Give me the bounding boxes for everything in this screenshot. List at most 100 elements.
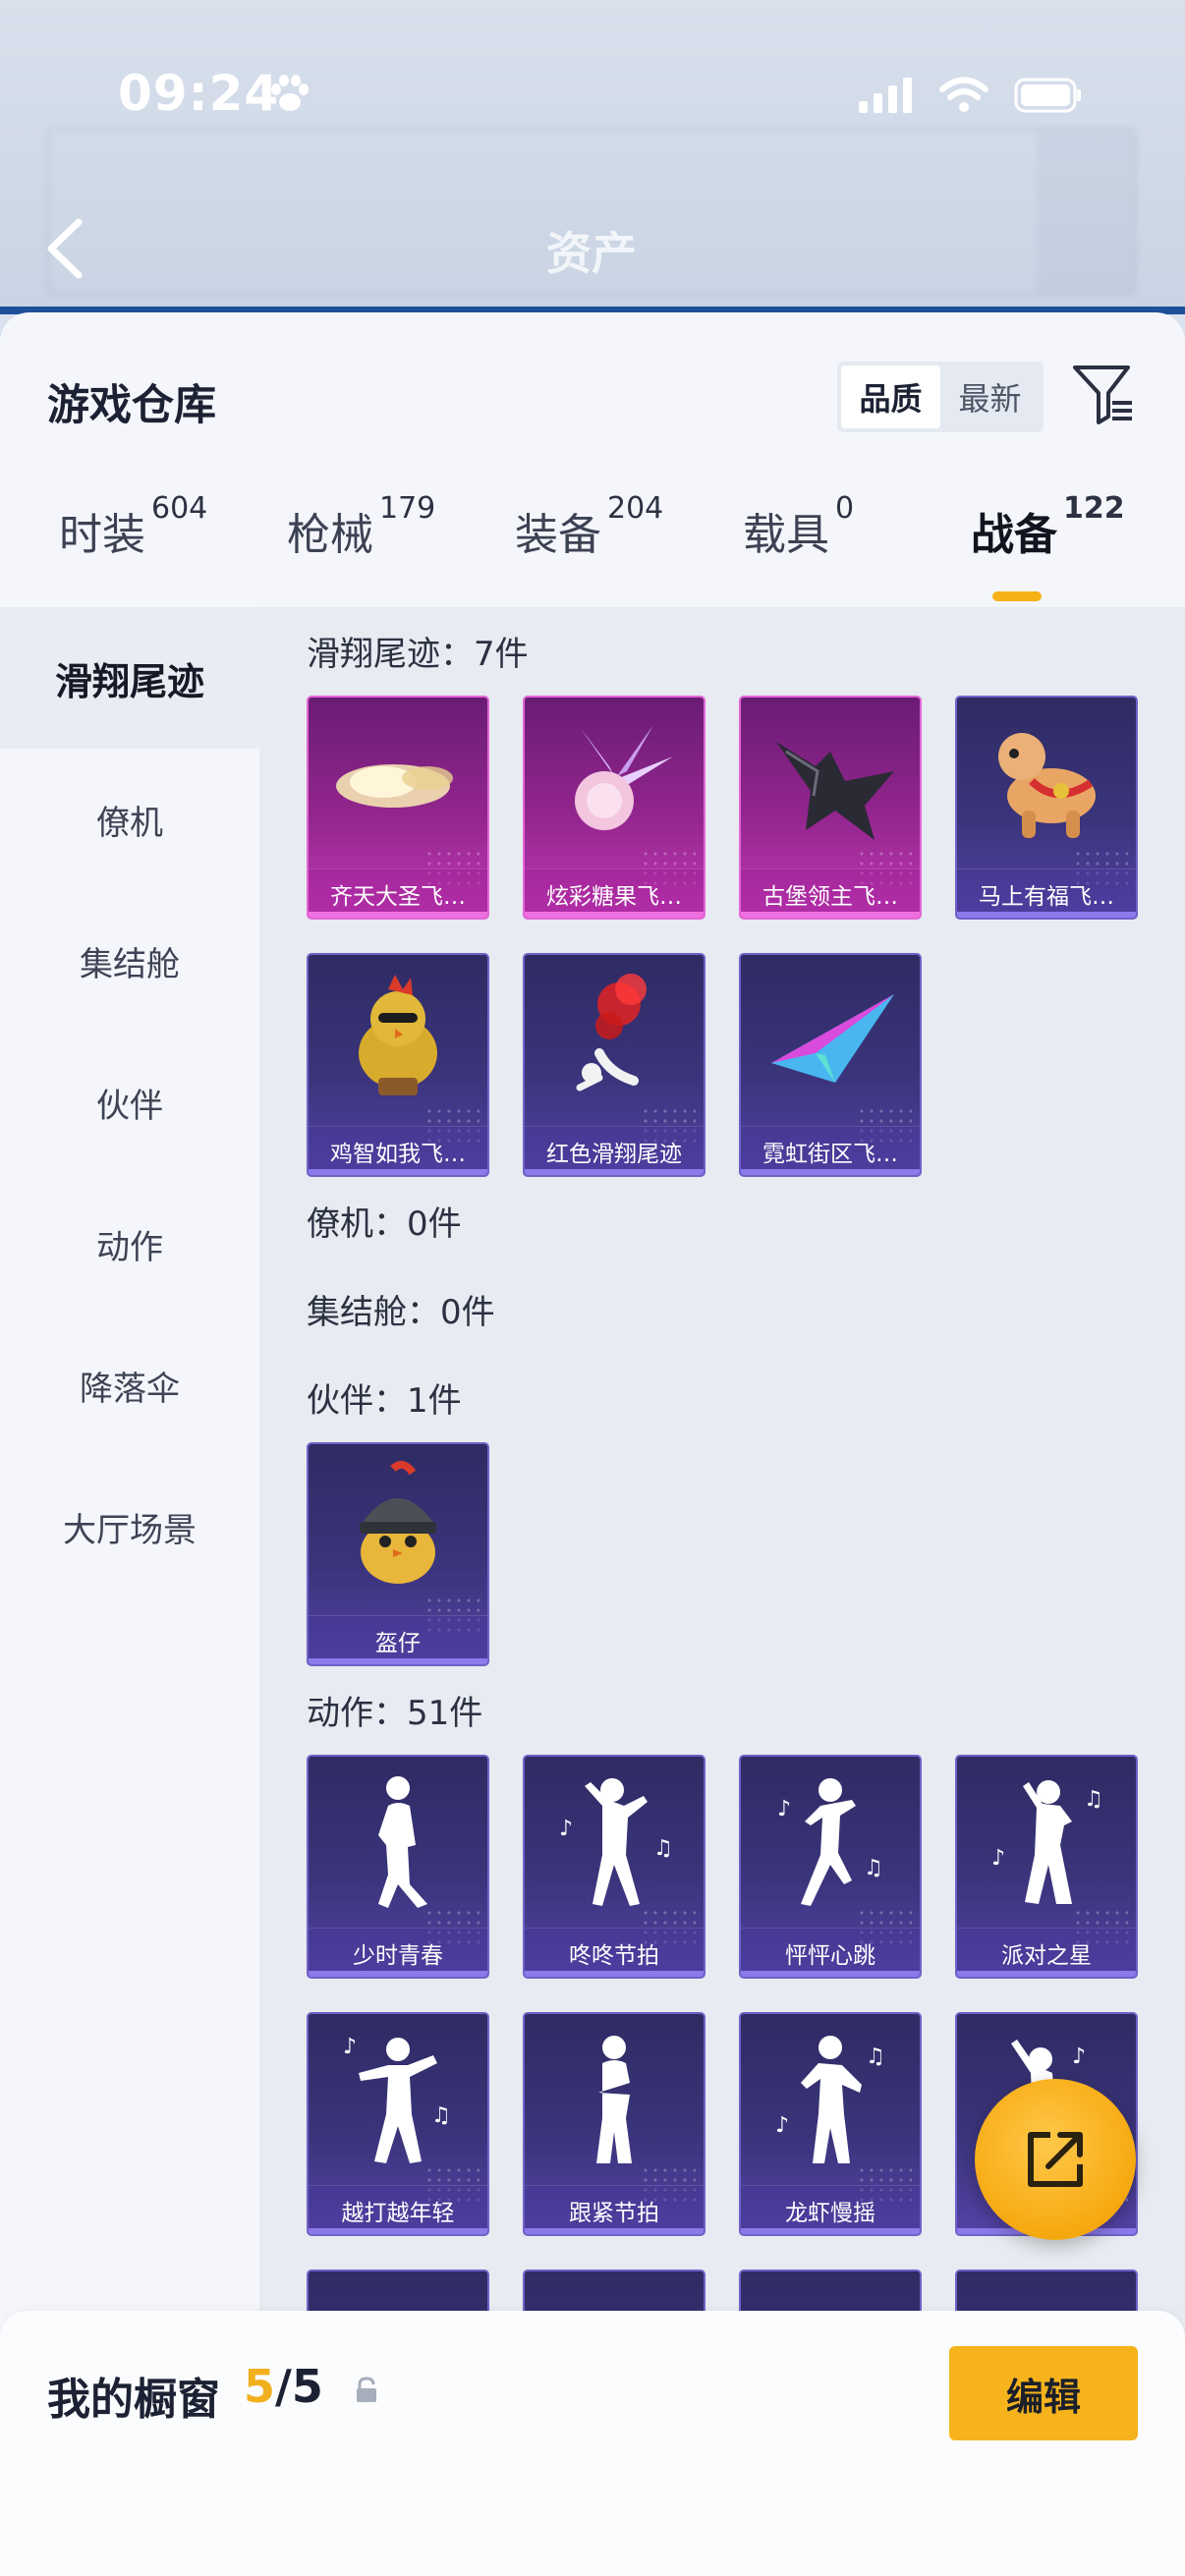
- tab-battle-prep[interactable]: 战备122: [971, 491, 1125, 562]
- sidebar-item-lobby-scene[interactable]: 大厅场景: [0, 1456, 259, 1597]
- section-label-capsule: 集结舱：0件: [307, 1293, 495, 1332]
- dancer-silhouette-art: [309, 1757, 487, 1924]
- rarity-bar: [957, 1971, 1136, 1977]
- sidebar: 滑翔尾迹 僚机 集结舱 伙伴 动作 降落伞 大厅场景: [0, 607, 259, 2576]
- svg-text:♪: ♪: [343, 2035, 357, 2059]
- tab-gear[interactable]: 装备204: [515, 491, 663, 562]
- item-name: 鸡智如我飞…: [309, 1126, 487, 1175]
- cloud-trail-art: [309, 698, 487, 865]
- tab-label: 枪械: [287, 510, 373, 560]
- rarity-bar: [525, 912, 704, 918]
- item-name-text: 少时青春: [353, 1942, 443, 1969]
- item-card[interactable]: 盔仔: [307, 1442, 489, 1666]
- rarity-bar: [525, 1169, 704, 1175]
- item-name: 少时青春: [309, 1928, 487, 1977]
- item-name-text: 越打越年轻: [341, 2200, 455, 2226]
- back-arrow-icon[interactable]: [43, 216, 86, 281]
- sidebar-item-parachute[interactable]: 降落伞: [0, 1315, 259, 1456]
- item-card[interactable]: 古堡领主飞…: [739, 696, 922, 920]
- sheet-title: 游戏仓库: [47, 381, 216, 430]
- header-title: 资产: [546, 227, 637, 280]
- tab-fashion[interactable]: 时装604: [59, 491, 207, 562]
- item-card[interactable]: 马上有福飞…: [955, 696, 1138, 920]
- svg-text:♪: ♪: [559, 1817, 573, 1841]
- item-card[interactable]: 红色滑翔尾迹: [523, 953, 705, 1177]
- item-name: 古堡领主飞…: [741, 868, 920, 918]
- tab-vehicles[interactable]: 载具0: [743, 491, 854, 562]
- bat-wing-art: [741, 698, 920, 865]
- section-label-wingman: 僚机：0件: [307, 1204, 462, 1244]
- item-name: 红色滑翔尾迹: [525, 1126, 704, 1175]
- item-card[interactable]: ♪ ♫ 派对之星: [955, 1755, 1138, 1979]
- svg-text:♫: ♫: [653, 1836, 673, 1861]
- rarity-bar: [741, 912, 920, 918]
- tab-label: 战备: [971, 510, 1057, 560]
- category-tabs: 时装604 枪械179 装备204 载具0 战备122: [0, 491, 1185, 607]
- item-name: 越打越年轻: [309, 2185, 487, 2234]
- item-card[interactable]: 炫彩糖果飞…: [523, 696, 705, 920]
- item-card[interactable]: 少时青春: [307, 1755, 489, 1979]
- item-name: 跟紧节拍: [525, 2185, 704, 2234]
- lock-icon[interactable]: [352, 2376, 381, 2405]
- wifi-icon: [939, 77, 988, 112]
- item-card[interactable]: 跟紧节拍: [523, 2012, 705, 2236]
- sidebar-item-glide-trail[interactable]: 滑翔尾迹: [0, 607, 259, 749]
- paw-icon: [271, 75, 309, 111]
- item-name: 怦怦心跳: [741, 1928, 920, 1977]
- dancer-silhouette-art: ♪ ♫: [957, 1757, 1136, 1924]
- filter-icon[interactable]: [1069, 360, 1138, 428]
- rarity-bar: [309, 912, 487, 918]
- dancer-silhouette-art: ♪ ♫: [309, 2014, 487, 2181]
- toy-horse-art: [957, 698, 1136, 865]
- item-name-text: 马上有福飞…: [979, 883, 1114, 910]
- tab-count: 179: [379, 491, 436, 527]
- item-name: 咚咚节拍: [525, 1928, 704, 1977]
- share-float-button[interactable]: [975, 2079, 1136, 2240]
- candy-wing-art: [525, 698, 704, 865]
- rarity-bar: [309, 1658, 487, 1664]
- tab-count: 604: [151, 491, 208, 527]
- showcase-label: 我的橱窗: [47, 2375, 220, 2425]
- tab-count: 122: [1063, 491, 1125, 527]
- signal-icon: [859, 78, 912, 113]
- rarity-bar: [309, 1169, 487, 1175]
- rarity-bar: [525, 2228, 704, 2234]
- item-card[interactable]: 鸡智如我飞…: [307, 953, 489, 1177]
- dancer-silhouette-art: [525, 2014, 704, 2181]
- item-name: 龙虾慢摇: [741, 2185, 920, 2234]
- sidebar-item-emote[interactable]: 动作: [0, 1173, 259, 1315]
- item-card[interactable]: 霓虹街区飞…: [739, 953, 922, 1177]
- item-card[interactable]: ♪ ♫ 怦怦心跳: [739, 1755, 922, 1979]
- tab-count: 0: [835, 491, 855, 527]
- item-card[interactable]: ♪ ♫ 咚咚节拍: [523, 1755, 705, 1979]
- neon-plane-art: [741, 955, 920, 1122]
- item-name: 盔仔: [309, 1615, 487, 1664]
- rarity-bar: [741, 1971, 920, 1977]
- edit-button[interactable]: 编辑: [949, 2346, 1138, 2440]
- sidebar-item-capsule[interactable]: 集结舱: [0, 890, 259, 1032]
- dancer-silhouette-art: ♪ ♫: [525, 1757, 704, 1924]
- sidebar-item-partner[interactable]: 伙伴: [0, 1032, 259, 1173]
- status-icons: [859, 77, 1083, 114]
- item-name-text: 怦怦心跳: [785, 1942, 875, 1969]
- tab-count: 204: [607, 491, 664, 527]
- item-card[interactable]: ♪ ♫ 越打越年轻: [307, 2012, 489, 2236]
- item-content: 滑翔尾迹：7件 齐天大圣飞… 炫彩糖果飞… 古堡领主飞… 马上有福飞… 鸡智如我…: [259, 607, 1185, 2576]
- sidebar-item-wingman[interactable]: 僚机: [0, 749, 259, 890]
- item-name-text: 霓虹街区飞…: [762, 1141, 898, 1167]
- svg-text:♫: ♫: [1084, 1787, 1103, 1812]
- showcase-total: /5: [275, 2360, 323, 2413]
- sort-quality-button[interactable]: 品质: [841, 365, 940, 428]
- item-card[interactable]: 齐天大圣飞…: [307, 696, 489, 920]
- svg-text:♪: ♪: [991, 1846, 1005, 1871]
- rarity-bar: [309, 1971, 487, 1977]
- sort-newest-button[interactable]: 最新: [940, 365, 1040, 428]
- section-label-emote: 动作：51件: [307, 1694, 483, 1733]
- tab-guns[interactable]: 枪械179: [287, 491, 435, 562]
- dancer-silhouette-art: ♪ ♫: [741, 1757, 920, 1924]
- svg-text:♫: ♫: [864, 1856, 883, 1880]
- item-name: 派对之星: [957, 1928, 1136, 1977]
- item-name-text: 齐天大圣飞…: [330, 883, 466, 910]
- item-card[interactable]: ♪ ♫ 龙虾慢摇: [739, 2012, 922, 2236]
- item-name-text: 派对之星: [1001, 1942, 1092, 1969]
